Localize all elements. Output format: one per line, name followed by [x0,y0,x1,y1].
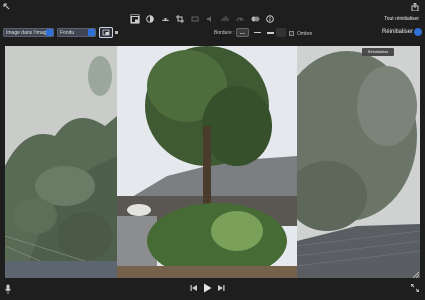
share-icon[interactable] [411,3,419,11]
shadow-checkbox[interactable] [289,31,294,36]
stabilization-icon[interactable] [190,14,200,24]
video-viewer[interactable] [5,46,420,278]
filter-icon[interactable] [250,14,260,24]
play-icon[interactable] [203,283,212,293]
adjustment-tools [130,13,275,25]
pip-layout-icon[interactable] [130,14,140,24]
leaves-image [5,46,117,278]
playback-controls [190,283,225,293]
speed-icon[interactable] [235,14,245,24]
border-none-button[interactable] [236,28,249,37]
tree-image [117,46,297,278]
noise-reduction-icon[interactable] [220,14,230,24]
skip-back-icon[interactable] [190,284,198,292]
transition-select[interactable]: Fondu [57,28,96,37]
color-correction-icon[interactable] [160,14,170,24]
color-balance-icon[interactable] [145,14,155,24]
right-video-panel [297,46,420,278]
pip-swap-icon [102,29,110,36]
volume-icon[interactable] [205,14,215,24]
reset-button[interactable]: Réinitialiser [382,29,413,35]
swap-pip-button[interactable] [99,27,113,38]
transition-value: Fondu [60,30,75,36]
reset-tooltip: Réinitialiser [362,48,394,56]
crop-icon[interactable] [175,14,185,24]
reset-active-indicator[interactable] [414,28,422,36]
overlay-mode-select[interactable]: Image dans l'image [3,28,54,37]
center-video-panel [117,46,297,278]
zoom-arrow-icon[interactable] [115,31,118,34]
fullscreen-icon[interactable] [411,284,419,292]
info-icon[interactable] [265,14,275,24]
shadow-label: Ombre [297,31,313,37]
overlay-mode-value: Image dans l'image [6,30,50,36]
foliage-image [297,46,420,278]
microphone-icon[interactable] [5,284,11,294]
chevron-down-icon [46,29,53,36]
back-arrow-icon[interactable] [3,3,11,11]
resize-handle-icon[interactable] [413,272,419,278]
skip-forward-icon[interactable] [217,284,225,292]
reset-all-button[interactable]: Tout réinitialiser [384,16,419,22]
border-color-button[interactable] [276,28,286,37]
chevron-down-icon [88,29,95,36]
left-video-panel [5,46,117,278]
border-label: Bordure : [214,30,235,36]
border-thin-button[interactable] [251,28,264,37]
